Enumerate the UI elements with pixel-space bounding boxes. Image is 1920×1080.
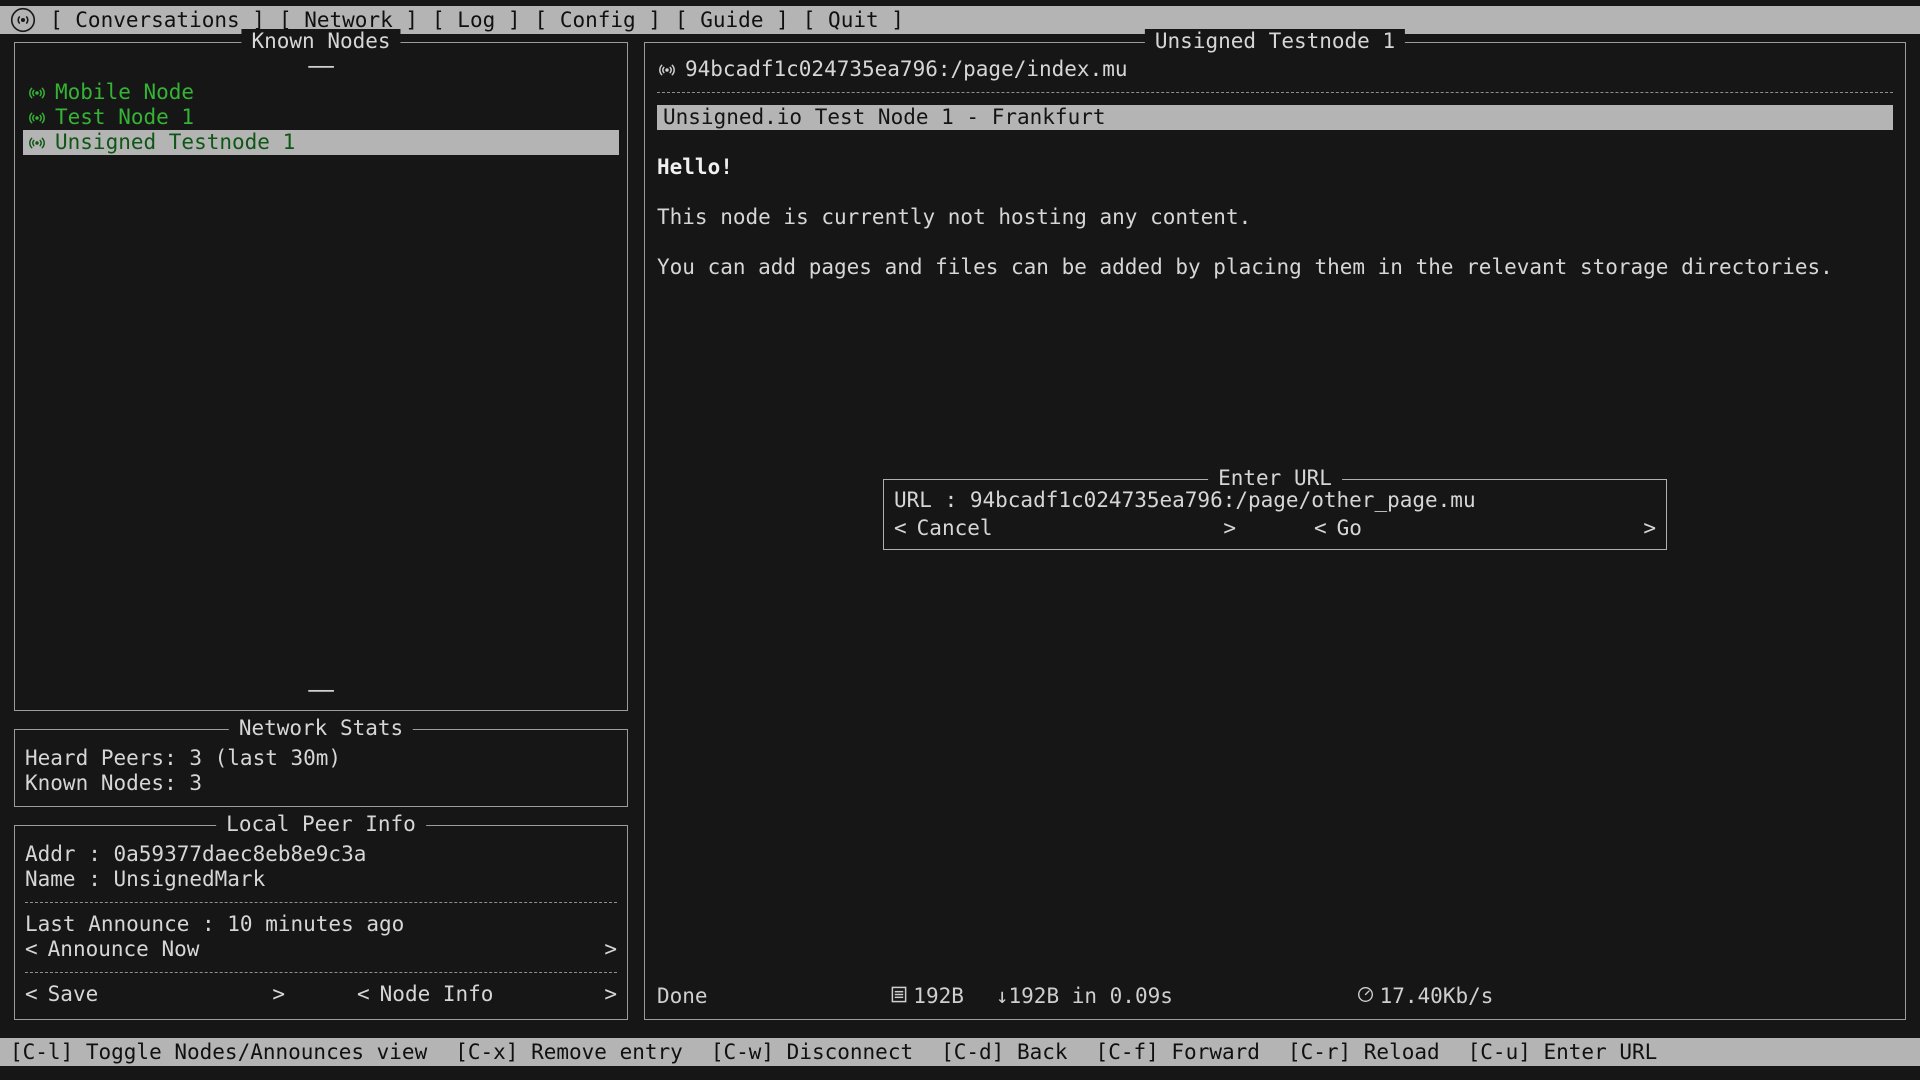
cancel-button[interactable]: < Cancel >	[894, 516, 1236, 541]
divider	[25, 972, 617, 973]
speed-gauge-icon	[1205, 959, 1374, 1034]
browser-status-row: Done 192B ↓192B in 0.09s	[657, 984, 1893, 1009]
button-right-bracket: >	[604, 937, 617, 962]
known-nodes-stat: Known Nodes: 3	[25, 771, 617, 796]
blank-line	[657, 130, 1893, 155]
peer-address: Addr : 0a59377daec8eb8e9c3a	[25, 842, 617, 867]
node-row-mobile-node[interactable]: Mobile Node	[23, 80, 619, 105]
shortcut-bar: [C-l] Toggle Nodes/Announces view [C-x] …	[0, 1038, 1920, 1066]
shortcut-disconnect: [C-w] Disconnect	[711, 1040, 913, 1065]
shortcut-enter-url: [C-u] Enter URL	[1468, 1040, 1658, 1065]
known-nodes-title: Known Nodes	[241, 29, 400, 54]
blank-line	[657, 180, 1893, 205]
enter-url-dialog-title: Enter URL	[1208, 466, 1342, 491]
status-transfer: ↓192B in 0.09s	[996, 984, 1173, 1009]
node-name: Test Node 1	[55, 105, 194, 130]
current-url-row: 94bcadf1c024735ea796:/page/index.mu	[657, 57, 1893, 82]
node-name: Unsigned Testnode 1	[55, 130, 295, 155]
current-url-text: 94bcadf1c024735ea796:/page/index.mu	[685, 57, 1128, 82]
divider	[25, 902, 617, 903]
page-paragraph-2: You can add pages and files can be added…	[657, 255, 1893, 280]
save-label: Save	[48, 982, 99, 1007]
status-size: 192B	[913, 984, 964, 1009]
antenna-icon	[27, 108, 47, 128]
browser-panel: Unsigned Testnode 1 94bcadf1c024735ea796…	[644, 42, 1906, 1020]
node-row-test-node-1[interactable]: Test Node 1	[23, 105, 619, 130]
cancel-label: Cancel	[917, 516, 993, 541]
button-right-bracket: >	[272, 982, 285, 1007]
peer-name: Name : UnsignedMark	[25, 867, 617, 892]
go-label: Go	[1337, 516, 1362, 541]
network-stats-panel: Network Stats Heard Peers: 3 (last 30m) …	[14, 729, 628, 807]
button-left-bracket: <	[1314, 516, 1327, 541]
status-speed: 17.40Kb/s	[1380, 984, 1494, 1009]
menu-quit[interactable]: [ Quit ]	[803, 8, 904, 33]
status-speed-group: 17.40Kb/s	[1205, 959, 1494, 1034]
known-nodes-spacer	[23, 155, 619, 679]
nomadnet-screen: [ Conversations ] [ Network ] [ Log ] [ …	[0, 0, 1920, 1080]
shortcut-reload: [C-r] Reload	[1288, 1040, 1440, 1065]
scroll-indicator-bottom: ──	[23, 679, 619, 704]
button-left-bracket: <	[357, 982, 370, 1007]
node-info-label: Node Info	[380, 982, 494, 1007]
status-size-group: 192B	[740, 959, 964, 1034]
save-button[interactable]: < Save >	[25, 982, 285, 1007]
page-header-bar: Unsigned.io Test Node 1 - Frankfurt	[657, 105, 1893, 130]
known-nodes-panel: Known Nodes ── Mobile Node	[14, 42, 628, 711]
node-info-button[interactable]: < Node Info >	[357, 982, 617, 1007]
menu-config[interactable]: [ Config ]	[535, 8, 661, 33]
url-field-row: URL : 94bcadf1c024735ea796:/page/other_p…	[894, 488, 1656, 513]
status-state: Done	[657, 984, 708, 1009]
antenna-icon	[27, 133, 47, 153]
enter-url-dialog: Enter URL URL : 94bcadf1c024735ea796:/pa…	[883, 479, 1667, 550]
left-column: Known Nodes ── Mobile Node	[14, 42, 628, 1020]
network-stats-title: Network Stats	[229, 716, 413, 741]
blank-line	[657, 230, 1893, 255]
button-left-bracket: <	[25, 982, 38, 1007]
local-peer-info-title: Local Peer Info	[216, 812, 426, 837]
button-right-bracket: >	[1643, 516, 1656, 541]
go-button[interactable]: < Go >	[1314, 516, 1656, 541]
peer-buttons-row: < Save > < Node Info >	[25, 982, 617, 1007]
page-greeting: Hello!	[657, 155, 1893, 180]
url-input[interactable]: 94bcadf1c024735ea796:/page/other_page.mu	[970, 488, 1476, 513]
menu-guide[interactable]: [ Guide ]	[675, 8, 789, 33]
menu-conversations[interactable]: [ Conversations ]	[50, 8, 265, 33]
app-logo-icon	[10, 7, 36, 33]
button-right-bracket: >	[604, 982, 617, 1007]
button-left-bracket: <	[894, 516, 907, 541]
node-name: Mobile Node	[55, 80, 194, 105]
main-content: Known Nodes ── Mobile Node	[0, 34, 1920, 1030]
divider	[657, 92, 1893, 93]
button-right-bracket: >	[1223, 516, 1236, 541]
menu-log[interactable]: [ Log ]	[432, 8, 521, 33]
shortcut-toggle-view: [C-l] Toggle Nodes/Announces view	[10, 1040, 427, 1065]
announce-now-button[interactable]: < Announce Now >	[25, 937, 617, 962]
last-announce-text: Last Announce : 10 minutes ago	[25, 912, 617, 937]
url-field-caption: URL :	[894, 488, 970, 513]
antenna-icon	[657, 60, 677, 80]
shortcut-forward: [C-f] Forward	[1096, 1040, 1260, 1065]
scroll-indicator-top: ──	[23, 55, 619, 80]
heard-peers-stat: Heard Peers: 3 (last 30m)	[25, 746, 617, 771]
file-size-icon	[740, 959, 908, 1034]
antenna-icon	[27, 83, 47, 103]
node-row-unsigned-testnode-1[interactable]: Unsigned Testnode 1	[23, 130, 619, 155]
page-paragraph-1: This node is currently not hosting any c…	[657, 205, 1893, 230]
button-left-bracket: <	[25, 937, 38, 962]
dialog-buttons-row: < Cancel > < Go >	[894, 516, 1656, 541]
browser-title: Unsigned Testnode 1	[1145, 29, 1405, 54]
announce-now-label: Announce Now	[48, 937, 200, 962]
local-peer-info-panel: Local Peer Info Addr : 0a59377daec8eb8e9…	[14, 825, 628, 1020]
shortcut-back: [C-d] Back	[941, 1040, 1067, 1065]
shortcut-remove-entry: [C-x] Remove entry	[455, 1040, 683, 1065]
